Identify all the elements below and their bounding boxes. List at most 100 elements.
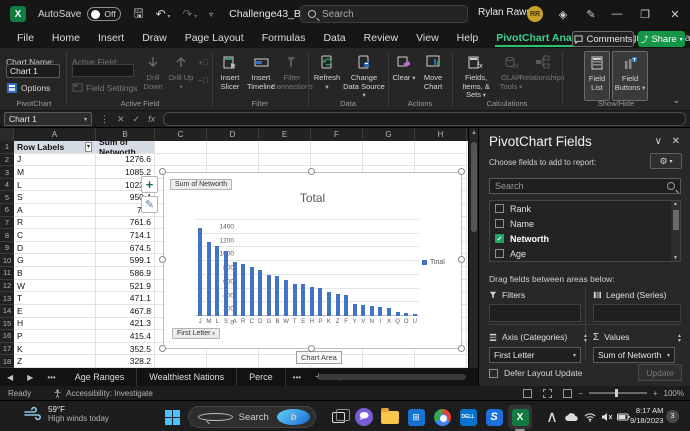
cell-letter[interactable]: A xyxy=(14,204,96,217)
chart-bar[interactable] xyxy=(267,275,271,316)
excel-taskbar-button[interactable]: X xyxy=(508,405,532,429)
empty-cell[interactable] xyxy=(311,154,363,167)
speaker-muted-icon[interactable] xyxy=(599,405,615,429)
empty-cell[interactable] xyxy=(207,355,259,368)
chart-selection-handle[interactable] xyxy=(458,345,465,352)
cell-letter[interactable]: R xyxy=(14,217,96,230)
sheet-tab-age-ranges[interactable]: Age Ranges xyxy=(63,368,138,386)
cell-value[interactable]: 599.1 xyxy=(96,254,155,267)
row-header-6[interactable]: 6 xyxy=(0,204,14,217)
empty-cell[interactable] xyxy=(155,141,207,154)
cell-value[interactable]: 714.1 xyxy=(96,229,155,242)
clock[interactable]: 8:17 AM 9/18/2023 xyxy=(630,406,663,426)
microsoft-store-button[interactable]: ⊞ xyxy=(404,405,428,429)
zoom-out-icon[interactable]: − xyxy=(578,389,583,398)
row-header-5[interactable]: 5 xyxy=(0,191,14,204)
legend-area[interactable]: Legend (Series) xyxy=(593,288,681,322)
chart-bar[interactable] xyxy=(198,228,202,316)
ribbon-tab-review[interactable]: Review xyxy=(355,28,407,48)
insert-function-icon[interactable]: fx xyxy=(148,114,155,124)
field-checkbox[interactable]: ✓ xyxy=(495,234,504,243)
pane-tools-button[interactable]: ⚙▾ xyxy=(650,153,682,169)
ribbon-tab-data[interactable]: Data xyxy=(314,28,354,48)
horizontal-scroll-thumb[interactable] xyxy=(318,374,466,380)
ribbon-tab-home[interactable]: Home xyxy=(43,28,89,48)
row-header-11[interactable]: 11 xyxy=(0,267,14,280)
axis-field-chip[interactable]: First Letter▾ xyxy=(489,347,581,363)
cell-value[interactable]: 761.6 xyxy=(96,217,155,230)
row-header-3[interactable]: 3 xyxy=(0,166,14,179)
drill-down-button[interactable]: Drill Down xyxy=(140,51,166,101)
values-spinner[interactable]: ▲▼ xyxy=(677,334,682,344)
drill-up-button[interactable]: Drill Up xyxy=(168,51,194,101)
values-area[interactable]: ΣValues Sum of Networth▾ xyxy=(593,330,675,363)
chart-bar[interactable] xyxy=(207,242,211,316)
start-button[interactable] xyxy=(160,405,184,429)
field-item-networth[interactable]: ✓Networth xyxy=(490,231,680,246)
refresh-button[interactable]: Refresh xyxy=(313,51,341,101)
sheet-tab-wealthiest-nations[interactable]: Wealthiest Nations xyxy=(137,368,237,386)
row-header-9[interactable]: 9 xyxy=(0,242,14,255)
chart-selection-handle[interactable] xyxy=(458,256,465,263)
vertical-scroll-thumb[interactable] xyxy=(471,142,477,232)
cell-sum-of-networth[interactable]: Sum of Networth xyxy=(96,141,155,154)
chart-elements-button[interactable]: + xyxy=(141,176,158,193)
name-box-splitter[interactable]: ⋮ xyxy=(100,114,109,125)
ribbon-tab-page-layout[interactable]: Page Layout xyxy=(176,28,253,48)
chart-selection-handle[interactable] xyxy=(308,345,315,352)
cell-letter[interactable]: B xyxy=(14,267,96,280)
filters-dropzone[interactable] xyxy=(489,304,581,322)
field-checkbox[interactable] xyxy=(495,249,504,258)
chart-value-field-button[interactable]: Sum of Networth xyxy=(170,179,232,190)
field-item-rank[interactable]: Rank xyxy=(490,201,680,216)
file-explorer-button[interactable] xyxy=(378,405,402,429)
dell-app-button[interactable]: DELL xyxy=(456,405,480,429)
cell-letter[interactable]: P xyxy=(14,330,96,343)
chart-bar[interactable] xyxy=(310,287,314,316)
row-header-14[interactable]: 14 xyxy=(0,305,14,318)
chart-selection-handle[interactable] xyxy=(159,256,166,263)
page-layout-view-icon[interactable] xyxy=(543,389,552,398)
row-header-8[interactable]: 8 xyxy=(0,229,14,242)
empty-cell[interactable] xyxy=(363,154,415,167)
cell-value[interactable]: 674.5 xyxy=(96,242,155,255)
tray-expand-icon[interactable]: ∧ xyxy=(544,405,560,429)
field-list-scrollbar[interactable]: ▲ ▼ xyxy=(671,201,680,261)
taskbar-search[interactable]: Search b xyxy=(188,406,316,428)
cell-row-labels[interactable]: Row Labels▾ xyxy=(14,141,96,154)
cancel-icon[interactable]: ✕ xyxy=(117,114,125,125)
sheet-next-icon[interactable]: ▶ xyxy=(20,373,40,382)
cell-letter[interactable]: C xyxy=(14,229,96,242)
empty-cell[interactable] xyxy=(259,141,311,154)
cell-value[interactable]: 421.3 xyxy=(96,318,155,331)
filter-dropdown-icon[interactable]: ▾ xyxy=(85,142,92,152)
vertical-scrollbar[interactable]: ▲ xyxy=(468,128,478,368)
cell-letter[interactable]: Z xyxy=(14,355,96,368)
collapse-ribbon-icon[interactable]: ⌄ xyxy=(672,95,680,106)
chart-bar[interactable] xyxy=(301,284,305,316)
cell-letter[interactable]: E xyxy=(14,305,96,318)
tab-overflow-icon[interactable]: ••• xyxy=(286,373,308,382)
avatar[interactable]: RR xyxy=(527,6,543,22)
pane-close-icon[interactable]: ✕ xyxy=(672,136,680,147)
chart-selection-handle[interactable] xyxy=(159,168,166,175)
row-header-4[interactable]: 4 xyxy=(0,179,14,192)
chrome-button[interactable] xyxy=(430,405,454,429)
chart-bar[interactable] xyxy=(275,276,279,316)
pane-search-box[interactable]: Search xyxy=(489,178,681,194)
chart-bar[interactable] xyxy=(233,262,237,316)
chat-app-button[interactable]: 🗩 xyxy=(352,405,376,429)
field-scroll-thumb[interactable] xyxy=(673,210,679,230)
filters-area[interactable]: Filters xyxy=(489,288,581,322)
cell-value[interactable]: 521.9 xyxy=(96,280,155,293)
move-chart-button[interactable]: Move Chart xyxy=(418,51,448,101)
chart-bar[interactable] xyxy=(284,280,288,316)
empty-cell[interactable] xyxy=(363,141,415,154)
row-header-7[interactable]: 7 xyxy=(0,217,14,230)
empty-cell[interactable] xyxy=(155,355,207,368)
options-button[interactable]: Options xyxy=(6,82,50,94)
column-header-G[interactable]: G xyxy=(363,128,415,141)
minimize-button[interactable]: — xyxy=(606,0,628,28)
cell-letter[interactable]: L xyxy=(14,179,96,192)
cell-letter[interactable]: M xyxy=(14,166,96,179)
